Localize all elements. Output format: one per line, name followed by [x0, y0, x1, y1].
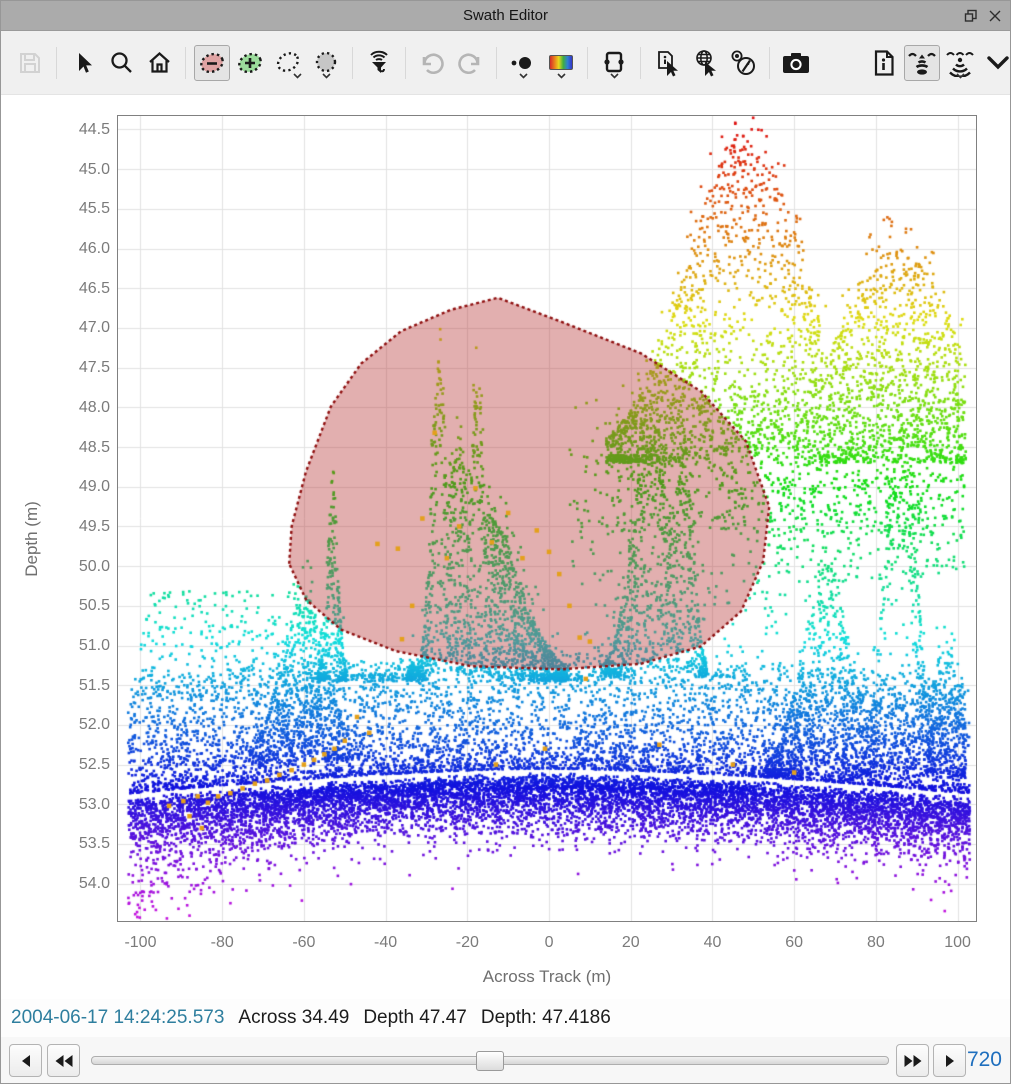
- sonar-multi-button[interactable]: [942, 45, 978, 81]
- x-tick-label: 0: [509, 933, 589, 952]
- lasso-outline-button[interactable]: [270, 45, 306, 81]
- x-axis-title: Across Track (m): [118, 967, 976, 987]
- x-tick-label: -60: [264, 933, 344, 952]
- x-tick-label: 20: [591, 933, 671, 952]
- y-tick-label: 50.5: [10, 596, 110, 615]
- y-tick-label: 44.5: [10, 120, 110, 139]
- chevron-down-icon: [519, 73, 528, 79]
- status-across: Across 34.49: [238, 1007, 349, 1029]
- redo-button[interactable]: [452, 45, 488, 81]
- y-tick-label: 53.0: [10, 795, 110, 814]
- chevron-down-icon: [322, 73, 331, 79]
- status-depth: Depth 47.47: [363, 1007, 467, 1029]
- step-forward-icon: [943, 1054, 957, 1068]
- y-tick-label: 48.0: [10, 398, 110, 417]
- fast-forward-button[interactable]: [896, 1044, 929, 1077]
- y-tick-label: 52.0: [10, 715, 110, 734]
- home-button[interactable]: [141, 45, 177, 81]
- toolbar: [1, 31, 1010, 95]
- sonar-single-button[interactable]: [904, 45, 940, 81]
- y-tick-label: 46.0: [10, 239, 110, 258]
- lasso-accept-button[interactable]: [232, 45, 268, 81]
- query-globe-button[interactable]: [687, 45, 723, 81]
- y-tick-label: 53.5: [10, 834, 110, 853]
- swath-scatter-plot[interactable]: [118, 116, 976, 921]
- report-info-button[interactable]: [866, 45, 902, 81]
- y-tick-label: 49.5: [10, 517, 110, 536]
- x-tick-label: -100: [100, 933, 180, 952]
- y-tick-label: 54.0: [10, 874, 110, 893]
- undo-button[interactable]: [414, 45, 450, 81]
- x-tick-label: 80: [836, 933, 916, 952]
- chevron-down-icon: [293, 73, 302, 79]
- save-button[interactable]: [12, 45, 48, 81]
- compass-locate-button[interactable]: [725, 45, 761, 81]
- swath-extent-button[interactable]: [596, 45, 632, 81]
- y-tick-label: 46.5: [10, 279, 110, 298]
- chevron-down-icon: [956, 73, 965, 79]
- y-tick-label: 47.5: [10, 358, 110, 377]
- x-tick-label: -80: [182, 933, 262, 952]
- float-window-icon[interactable]: [964, 9, 978, 23]
- swath-counter: 720: [967, 1048, 1002, 1072]
- query-info-button[interactable]: [649, 45, 685, 81]
- status-depth-precise: Depth: 47.4186: [481, 1007, 611, 1029]
- cursor-select-button[interactable]: [65, 45, 101, 81]
- status-timestamp: 2004-06-17 14:24:25.573: [11, 1007, 224, 1029]
- lasso-gray-button[interactable]: [308, 45, 344, 81]
- expand-chevron-button[interactable]: [980, 45, 1011, 81]
- fast-forward-icon: [903, 1054, 923, 1068]
- x-tick-label: -20: [427, 933, 507, 952]
- point-size-button[interactable]: [505, 45, 541, 81]
- x-tick-label: -40: [346, 933, 426, 952]
- lasso-reject-button[interactable]: [194, 45, 230, 81]
- x-tick-label: 100: [918, 933, 998, 952]
- y-tick-label: 50.0: [10, 557, 110, 576]
- y-tick-label: 51.0: [10, 636, 110, 655]
- window-title: Swath Editor: [463, 7, 548, 24]
- titlebar: Swath Editor: [1, 1, 1010, 31]
- x-tick-label: 60: [754, 933, 834, 952]
- filter-button[interactable]: [361, 45, 397, 81]
- colormap-icon: [549, 55, 573, 70]
- fast-back-button[interactable]: [47, 1044, 80, 1077]
- y-tick-label: 45.0: [10, 160, 110, 179]
- colormap-button[interactable]: [543, 45, 579, 81]
- y-tick-label: 47.0: [10, 318, 110, 337]
- fast-back-icon: [54, 1054, 74, 1068]
- chevron-down-icon: [610, 73, 619, 79]
- camera-button[interactable]: [778, 45, 814, 81]
- y-tick-label: 52.5: [10, 755, 110, 774]
- slider-thumb[interactable]: [476, 1051, 504, 1071]
- close-icon[interactable]: [988, 9, 1002, 23]
- step-forward-button[interactable]: [933, 1044, 966, 1077]
- y-tick-label: 49.0: [10, 477, 110, 496]
- step-back-button[interactable]: [9, 1044, 42, 1077]
- y-tick-label: 48.5: [10, 438, 110, 457]
- status-bar: 2004-06-17 14:24:25.573 Across 34.49 Dep…: [1, 999, 1010, 1037]
- swath-editor-window: Swath Editor: [0, 0, 1011, 1084]
- step-back-icon: [19, 1054, 33, 1068]
- chevron-down-icon: [557, 73, 566, 79]
- y-tick-label: 51.5: [10, 676, 110, 695]
- y-tick-label: 45.5: [10, 199, 110, 218]
- swath-position-slider[interactable]: [91, 1056, 889, 1065]
- swath-plot-figure: Depth (m) Across Track (m) 44.545.045.54…: [1, 95, 1010, 999]
- x-tick-label: 40: [672, 933, 752, 952]
- zoom-button[interactable]: [103, 45, 139, 81]
- transport-controls: 720: [1, 1037, 1010, 1084]
